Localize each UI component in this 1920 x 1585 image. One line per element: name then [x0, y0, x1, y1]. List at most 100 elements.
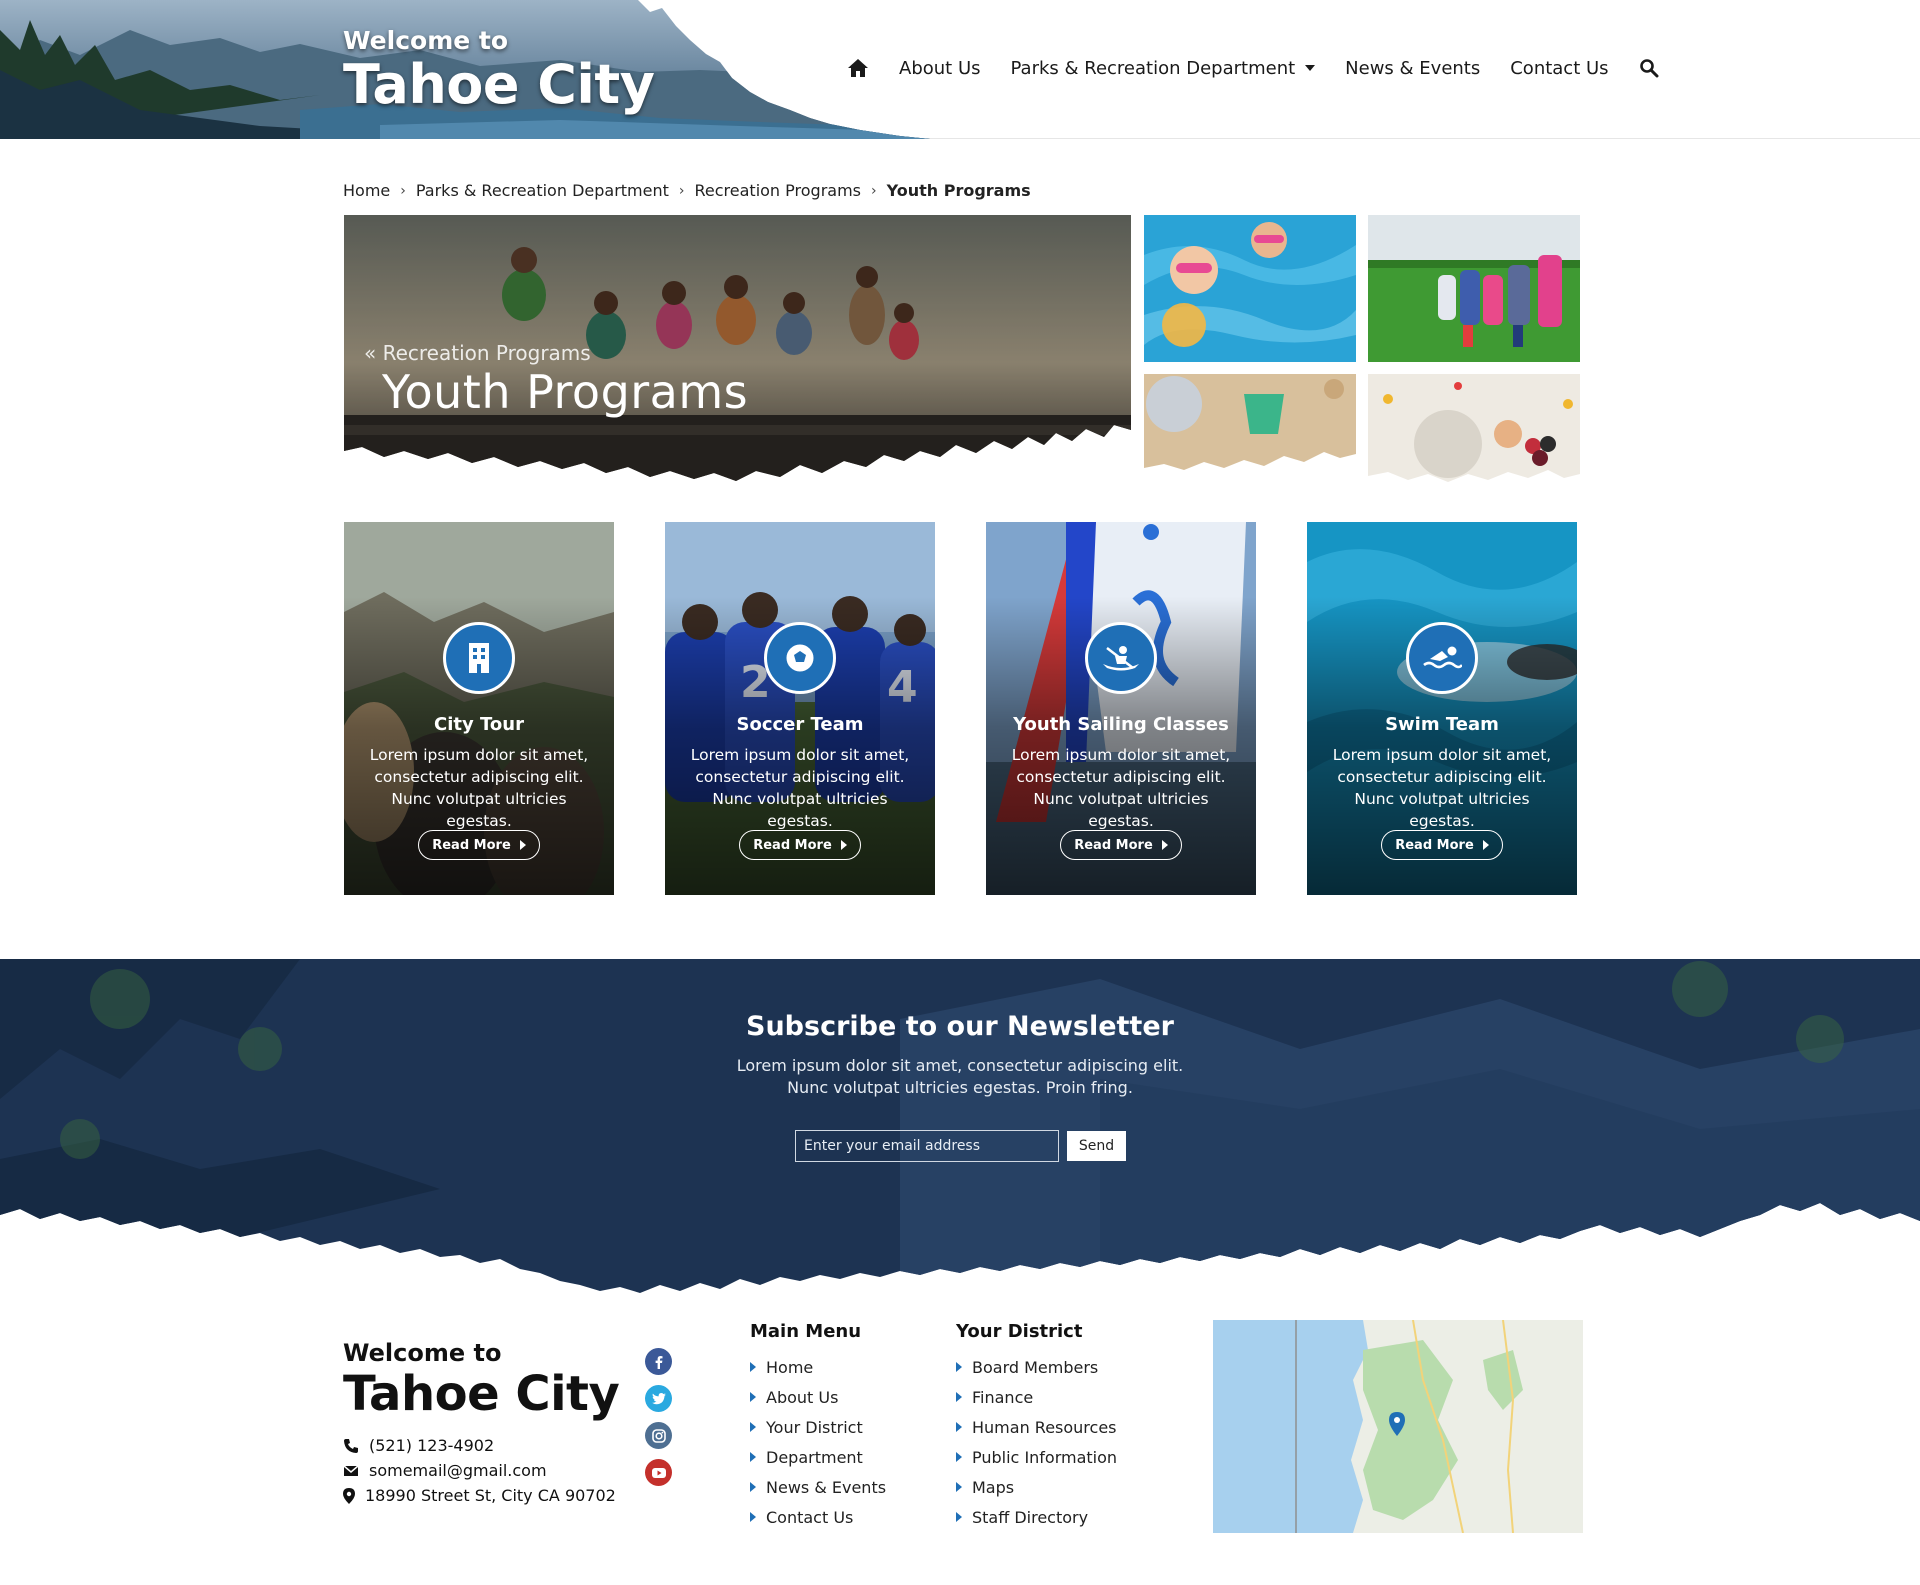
caret-right-icon — [956, 1512, 962, 1522]
hero-back-link[interactable]: « Recreation Programs — [364, 341, 591, 365]
building-icon — [443, 622, 515, 694]
read-more-label: Read More — [1395, 837, 1474, 853]
breadcrumb-recreation[interactable]: Recreation Programs — [695, 181, 862, 200]
footer-address: 18990 Street St, City CA 90702 — [343, 1486, 616, 1505]
footer-link-your-district[interactable]: Your District — [750, 1412, 886, 1442]
footer-link-finance[interactable]: Finance — [956, 1382, 1117, 1412]
location-map[interactable] — [1213, 1320, 1583, 1533]
chevron-right-icon: › — [871, 182, 877, 199]
caret-right-icon — [750, 1512, 756, 1522]
read-more-label: Read More — [753, 837, 832, 853]
newsletter-mountain-background — [0, 959, 1920, 1293]
thumb-sand-play — [1144, 374, 1356, 483]
newsletter-send-button[interactable]: Send — [1067, 1131, 1126, 1161]
card-description: Lorem ipsum dolor sit amet, consectetur … — [690, 746, 910, 830]
footer-phone[interactable]: (521) 123-4902 — [343, 1436, 494, 1455]
footer-main-menu-heading: Main Menu — [750, 1321, 862, 1342]
footer-link-label: Staff Directory — [972, 1507, 1089, 1527]
header-landscape-image: Welcome to Tahoe City — [0, 0, 930, 139]
footer-city-name: Tahoe City — [343, 1366, 620, 1422]
chevron-down-icon — [1305, 65, 1316, 71]
nav-news-events[interactable]: News & Events — [1345, 58, 1480, 79]
caret-right-icon — [956, 1422, 962, 1432]
footer-link-staff-directory[interactable]: Staff Directory — [956, 1502, 1117, 1532]
newsletter-email-input[interactable] — [795, 1130, 1059, 1162]
breadcrumb-home[interactable]: Home — [343, 181, 390, 200]
footer-link-label: Department — [766, 1447, 863, 1467]
newsletter-description: Lorem ipsum dolor sit amet, consectetur … — [660, 1055, 1260, 1099]
facebook-icon[interactable] — [645, 1348, 672, 1375]
breadcrumb-current: Youth Programs — [886, 181, 1031, 200]
hero-title: Youth Programs — [382, 365, 749, 419]
footer-email[interactable]: somemail@gmail.com — [343, 1461, 547, 1480]
card-description: Lorem ipsum dolor sit amet, consectetur … — [369, 746, 589, 830]
read-more-label: Read More — [432, 837, 511, 853]
program-card-swim-team[interactable]: Swim Team Lorem ipsum dolor sit amet, co… — [1307, 522, 1577, 895]
brand-logo[interactable]: Welcome to Tahoe City — [343, 26, 655, 116]
footer-link-home[interactable]: Home — [750, 1352, 886, 1382]
footer-link-board-members[interactable]: Board Members — [956, 1352, 1117, 1382]
footer-link-news-events[interactable]: News & Events — [750, 1472, 886, 1502]
program-card-city-tour[interactable]: City Tour Lorem ipsum dolor sit amet, co… — [344, 522, 614, 895]
footer-brand[interactable]: Welcome to Tahoe City — [343, 1339, 620, 1422]
footer-link-label: Your District — [766, 1417, 863, 1437]
envelope-icon — [343, 1464, 359, 1476]
caret-right-icon — [956, 1452, 962, 1462]
swimmer-icon — [1406, 622, 1478, 694]
youtube-icon[interactable] — [645, 1459, 672, 1486]
read-more-button[interactable]: Read More — [1381, 830, 1503, 860]
card-description: Lorem ipsum dolor sit amet, consectetur … — [1332, 746, 1552, 830]
card-description: Lorem ipsum dolor sit amet, consectetur … — [1011, 746, 1231, 830]
site-header: Welcome to Tahoe City About Us Parks & R… — [0, 0, 1920, 139]
read-more-button[interactable]: Read More — [418, 830, 540, 860]
read-more-button[interactable]: Read More — [1060, 830, 1182, 860]
program-card-soccer-team[interactable]: 2 4 Soccer Team Lorem ipsum dolor sit am… — [665, 522, 935, 895]
nav-about-us[interactable]: About Us — [899, 58, 981, 79]
caret-right-icon — [1161, 840, 1168, 850]
thumb-art-craft — [1368, 374, 1580, 483]
footer-link-contact-us[interactable]: Contact Us — [750, 1502, 886, 1532]
kayak-icon — [1085, 622, 1157, 694]
nav-contact-us[interactable]: Contact Us — [1510, 58, 1608, 79]
main-nav: About Us Parks & Recreation Department N… — [847, 53, 1659, 83]
footer-your-district: Your District Board Members Finance Huma… — [956, 1321, 1117, 1532]
caret-right-icon — [750, 1392, 756, 1402]
footer-address-text: 18990 Street St, City CA 90702 — [365, 1486, 616, 1505]
phone-icon — [344, 1438, 358, 1453]
thumb-swimming-kids — [1144, 215, 1356, 362]
twitter-icon[interactable] — [645, 1385, 672, 1412]
breadcrumb-parks[interactable]: Parks & Recreation Department — [416, 181, 669, 200]
search-icon[interactable] — [1639, 58, 1659, 78]
caret-right-icon — [956, 1362, 962, 1372]
newsletter-line-1: Lorem ipsum dolor sit amet, consectetur … — [736, 1056, 1184, 1075]
program-card-youth-sailing[interactable]: Youth Sailing Classes Lorem ipsum dolor … — [986, 522, 1256, 895]
caret-right-icon — [750, 1452, 756, 1462]
footer-phone-text: (521) 123-4902 — [369, 1436, 495, 1455]
footer-link-maps[interactable]: Maps — [956, 1472, 1117, 1502]
footer-link-label: Maps — [972, 1477, 1015, 1497]
footer-link-label: Public Information — [972, 1447, 1118, 1467]
nav-parks-recreation[interactable]: Parks & Recreation Department — [1011, 58, 1316, 79]
home-icon[interactable] — [847, 57, 869, 79]
footer-email-text: somemail@gmail.com — [369, 1461, 547, 1480]
footer-link-department[interactable]: Department — [750, 1442, 886, 1472]
caret-right-icon — [750, 1362, 756, 1372]
card-title: Youth Sailing Classes — [1013, 714, 1229, 735]
footer-link-label: News & Events — [766, 1477, 887, 1497]
caret-right-icon — [956, 1392, 962, 1402]
newsletter-line-2: Nunc volutpat ultricies egestas. Proin f… — [787, 1078, 1133, 1097]
footer-link-label: Finance — [972, 1387, 1034, 1407]
footer-link-human-resources[interactable]: Human Resources — [956, 1412, 1117, 1442]
instagram-icon[interactable] — [645, 1422, 672, 1449]
breadcrumb: Home › Parks & Recreation Department › R… — [343, 181, 1031, 200]
caret-right-icon — [956, 1482, 962, 1492]
read-more-button[interactable]: Read More — [739, 830, 861, 860]
thumb-kids-on-field — [1368, 215, 1580, 362]
card-title: Swim Team — [1385, 714, 1499, 735]
footer-link-about-us[interactable]: About Us — [750, 1382, 886, 1412]
footer-link-label: Contact Us — [766, 1507, 854, 1527]
caret-right-icon — [750, 1482, 756, 1492]
footer-link-public-information[interactable]: Public Information — [956, 1442, 1117, 1472]
card-title: City Tour — [434, 714, 524, 735]
brand-city-name: Tahoe City — [343, 53, 655, 116]
